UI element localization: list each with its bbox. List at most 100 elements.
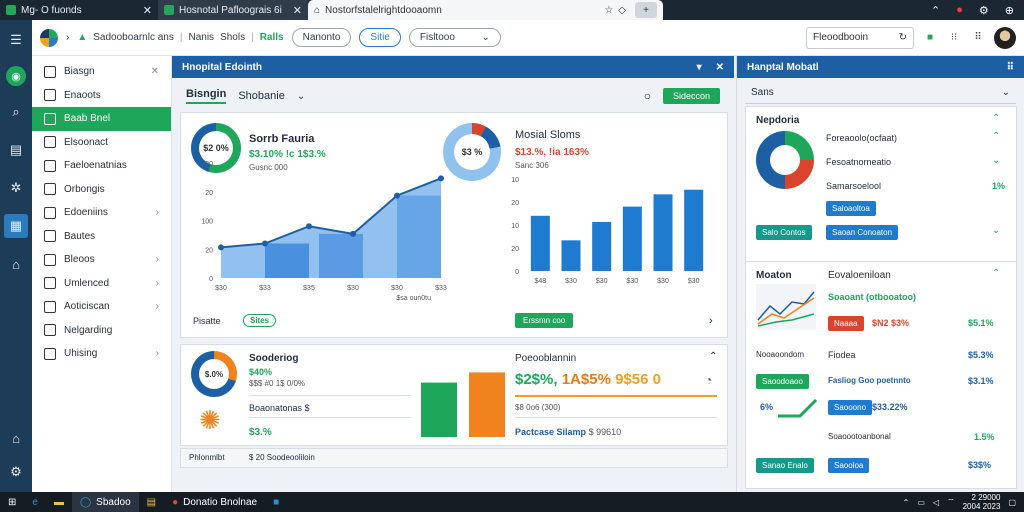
browser-tab[interactable]: Mg- O fuonds ✕ [0,0,158,20]
settings-icon[interactable]: ⚙ [979,4,989,17]
windows-start-icon[interactable]: ⊞ [0,492,24,512]
metric-pct: $13.%, !ia 163% [515,147,589,158]
sidebar-item[interactable]: Edoeniins › [32,201,171,225]
big-value: 1A$5% [561,371,611,388]
sidebar-item[interactable]: Aoticiscan › [32,295,171,319]
folder-icon[interactable]: ▬ [46,492,72,512]
address-text[interactable]: Nostorfstalelrightdooaomn [325,5,599,16]
home-icon[interactable]: ⌂ [4,426,28,450]
filter-select[interactable]: Fisltooo ⌄ [408,28,501,47]
grid-icon[interactable]: ⠿ [1007,62,1014,73]
search-input[interactable]: Fleoodbooin ↻ [806,26,914,49]
taskbar-app[interactable]: ▤ [139,492,164,512]
avatar[interactable] [994,26,1016,49]
settings-icon[interactable]: ⚙ [4,460,28,484]
record-icon[interactable]: ● [956,4,963,17]
donut-hole [770,145,800,175]
chevron-down-icon[interactable]: ⌄ [992,155,1000,166]
chevron-up-icon[interactable]: ⌃ [903,498,910,507]
grid-icon[interactable]: ▦ [4,214,28,238]
taskbar-app[interactable]: ● Donatio Bnolnae [164,492,265,512]
sidebar-item[interactable]: Uhising › [32,342,171,366]
chevron-right-icon[interactable]: › [709,315,713,327]
chevron-down-icon[interactable]: ⌄ [297,91,305,102]
more-icon[interactable]: ⁝⁝ [946,32,962,43]
wifi-icon[interactable]: ⌔ [947,497,955,507]
browser-tab[interactable]: Hosnotal Pafloograis 6i ✕ [158,0,308,20]
apps-icon[interactable]: ⠿ [970,32,986,43]
chevron-up-icon[interactable]: ⌃ [992,268,1000,279]
right-card-bottom: Moaton Eovaloeniloan ⌃ Soaoant (otbooato… [745,261,1017,489]
sidebar-item[interactable]: Faeloenatnias [32,154,171,178]
bar [469,372,505,437]
sidebar-item[interactable]: Biasgn ✕ [32,60,171,84]
home-icon[interactable]: ⌂ [4,252,28,276]
shield-icon[interactable]: ◇ [618,5,626,16]
minimize-icon[interactable]: ▾ [697,62,702,73]
browser-icon[interactable]: e [24,492,46,512]
breadcrumb-item[interactable]: Shols [220,32,245,43]
close-tab-icon[interactable]: ✕ [293,4,302,17]
breadcrumb-item[interactable]: Sadooboarnlc ans [93,32,174,43]
breadcrumb-item[interactable]: Nanis [188,32,214,43]
right-card-title: Moaton [756,270,792,281]
breadcrumb-item[interactable]: Ralls [260,32,284,43]
browser-tab-active[interactable]: ⌂ Nostorfstalelrightdooaomn ☆ ◇ + [308,0,663,20]
clock[interactable]: 2 29000 2004 2023 [963,493,1001,511]
volume-icon[interactable]: ◁ [933,498,939,507]
x-tick-label: $33 [435,285,447,292]
chevron-down-icon[interactable]: ⌄ [992,225,1000,236]
gear-icon[interactable]: ✲ [4,176,28,200]
select-value: Sans [751,87,774,98]
tab[interactable]: Shobanie [238,90,285,102]
plus-icon[interactable]: ■ [922,32,938,43]
star-icon[interactable]: ☆ [604,5,613,16]
blue-button[interactable]: Saooono [828,400,873,415]
sidebar-item-active[interactable]: Baab Bnel [32,107,171,131]
action-button[interactable]: Sideccon [662,88,720,104]
document-icon[interactable]: ▤ [4,138,28,162]
sidebar-item[interactable]: Enaoots [32,84,171,108]
footer-toggle[interactable]: Sites [243,314,277,327]
taskbar-app[interactable]: ◯ Sbadoo [71,492,139,512]
close-icon[interactable]: ✕ [716,62,724,73]
blue-button[interactable]: Saoan Conoaton [826,225,899,240]
right-panel-select[interactable]: Sans ⌄ [745,82,1016,104]
filter-pill[interactable]: Sitie [359,28,401,47]
small-button[interactable]: Saloaoltoa [826,201,876,216]
footer-button[interactable]: Erssmn coo [515,313,574,328]
teal-button[interactable]: Sanao Enalo [756,458,814,473]
chevron-up-icon[interactable]: ⌃ [992,113,1000,124]
filter-pill[interactable]: Nanonto [291,28,352,47]
row-value: 1.5% [974,432,995,442]
network-icon[interactable]: ▭ [917,498,925,507]
refresh-icon[interactable]: ↻ [899,32,907,43]
sidebar-item[interactable]: Bleoos › [32,248,171,272]
big-value: $2$%, [515,371,558,388]
chevron-up-icon[interactable]: ⌃ [931,4,940,17]
collapse-icon[interactable]: ⌃ [709,351,717,362]
close-tab-icon[interactable]: ✕ [143,4,152,17]
taskbar-app[interactable]: ■ [265,492,287,512]
app-logo-icon[interactable]: ◉ [6,66,26,86]
chevron-up-icon[interactable]: ⌃ [992,131,1000,142]
collapse-icon[interactable]: ✕ [151,66,159,77]
sidebar-item[interactable]: Elsoonact [32,131,171,155]
refresh-icon[interactable]: ◔ [705,373,712,387]
teal-button[interactable]: Salo Contos [756,225,812,240]
blue-button[interactable]: Saooloa [828,458,870,473]
search-icon[interactable]: ○ [644,89,651,103]
notification-icon[interactable]: ▢ [1008,498,1016,507]
add-icon[interactable]: ⊕ [1005,4,1014,17]
tab-active[interactable]: Bisngin [186,88,227,104]
menu-icon[interactable]: ☰ [4,28,28,52]
green-button[interactable]: Saoodoaoo [756,374,809,389]
new-tab-button[interactable]: + [635,2,657,18]
taskbar-app-label: Sbadoo [96,496,131,508]
search-icon[interactable]: ⌕ [4,100,28,124]
red-button[interactable]: Naaaa [828,316,864,331]
sidebar-item[interactable]: Orbongis [32,178,171,202]
sidebar-item[interactable]: Nelgarding [32,319,171,343]
sidebar-item[interactable]: Bautes [32,225,171,249]
sidebar-item[interactable]: Umlenced › [32,272,171,296]
